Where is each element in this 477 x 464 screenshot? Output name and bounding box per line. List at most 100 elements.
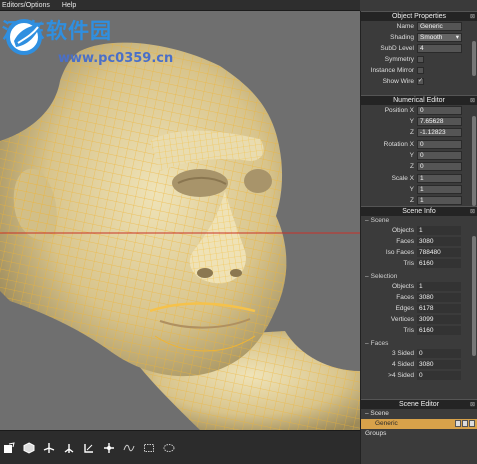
position-y-field[interactable]: 7.65628 <box>417 117 462 126</box>
scale-x-row: Scale X 1 <box>361 173 477 184</box>
tree-item-groups[interactable]: Groups <box>361 429 477 439</box>
info-row: Vertices 3099 <box>361 314 477 325</box>
close-icon[interactable]: ⊠ <box>470 400 475 410</box>
info-label: Tris <box>403 260 414 267</box>
info-row: Tris 6160 <box>361 258 477 269</box>
menu-editors-options[interactable]: Editors/Options <box>2 2 50 9</box>
position-z-row: Z -1.12823 <box>361 127 477 138</box>
info-label: Vertices <box>390 316 414 323</box>
selection-section[interactable]: – Selection <box>361 272 477 281</box>
scene-editor-header[interactable]: Scene Editor ⊠ <box>361 399 477 409</box>
collapse-icon: – <box>365 340 369 347</box>
scene-info-header[interactable]: Scene Info ⊠ <box>361 206 477 216</box>
numerical-editor-title: Numerical Editor <box>393 97 445 104</box>
info-label: Tris <box>403 327 414 334</box>
object-properties-header[interactable]: Object Properties ⊠ <box>361 11 477 21</box>
symmetry-checkbox[interactable] <box>417 56 424 63</box>
info-row: Iso Faces 788480 <box>361 247 477 258</box>
show-wire-label: Show Wire <box>382 78 414 85</box>
close-icon[interactable]: ⊠ <box>470 207 475 217</box>
tool-bar <box>0 430 360 464</box>
position-y-label: Y <box>409 118 414 125</box>
lasso-select-button[interactable] <box>162 441 176 455</box>
rotation-z-field[interactable]: 0 <box>417 162 462 171</box>
subd-level-label: SubD Level <box>380 45 414 52</box>
curve-tool-button[interactable] <box>122 441 136 455</box>
instance-mirror-label: Instance Mirror <box>370 67 414 74</box>
rotation-x-label: Rotation X <box>383 141 414 148</box>
property-row-show-wire: Show Wire ✓ <box>361 76 477 87</box>
scene-label: Scene <box>370 410 389 417</box>
property-row-symmetry: Symmetry <box>361 54 477 65</box>
scale-z-label: Z <box>410 197 414 204</box>
wire-icon[interactable] <box>469 420 475 427</box>
position-x-field[interactable]: 0 <box>417 106 462 115</box>
info-row: 3 Sided 0 <box>361 348 477 359</box>
curve-tool-icon <box>123 444 135 451</box>
lasso-select-icon <box>163 443 175 452</box>
hexagon-icon <box>23 441 35 454</box>
info-row: >4 Sided 0 <box>361 370 477 381</box>
rotation-z-row: Z 0 <box>361 161 477 172</box>
selection-section-label: Selection <box>370 273 398 280</box>
info-value: 6178 <box>417 304 461 313</box>
scene-section-label: Scene <box>370 217 390 224</box>
scene-section[interactable]: – Scene <box>361 216 477 225</box>
info-row: Faces 3080 <box>361 292 477 303</box>
info-value: 6160 <box>417 326 461 335</box>
subd-level-field[interactable]: 4 <box>417 44 462 53</box>
visibility-icon[interactable] <box>455 420 461 427</box>
info-value: 0 <box>417 371 461 380</box>
info-value: 3099 <box>417 315 461 324</box>
info-row: Edges 6178 <box>361 303 477 314</box>
info-row: Faces 3080 <box>361 236 477 247</box>
watermark: 河东软件园 <box>2 15 112 55</box>
rotation-x-field[interactable]: 0 <box>417 140 462 149</box>
menu-help[interactable]: Help <box>62 2 76 9</box>
info-value: 3080 <box>417 360 461 369</box>
tree-item-scene[interactable]: – Scene <box>361 409 477 419</box>
sculpt-tool-button[interactable] <box>2 441 16 455</box>
object-visibility-toggles <box>455 420 475 427</box>
numerical-editor-header[interactable]: Numerical Editor ⊠ <box>361 95 477 105</box>
info-value: 6160 <box>417 259 461 268</box>
property-row-subd: SubD Level 4 <box>361 43 477 54</box>
info-row: Objects 1 <box>361 281 477 292</box>
scrollbar[interactable] <box>472 116 476 206</box>
name-field[interactable]: Generic <box>417 22 462 31</box>
property-row-name: Name Generic <box>361 21 477 32</box>
instance-mirror-checkbox[interactable] <box>417 67 424 74</box>
shading-label: Shading <box>390 34 414 41</box>
transform-tool-icon <box>104 442 114 453</box>
scale-y-label: Y <box>409 186 414 193</box>
rotation-y-field[interactable]: 0 <box>417 151 462 160</box>
rotate-tool-button[interactable] <box>62 441 76 455</box>
scrollbar[interactable] <box>472 41 476 76</box>
info-value: 3080 <box>417 293 461 302</box>
info-label: 3 Sided <box>391 350 414 357</box>
position-z-field[interactable]: -1.12823 <box>417 128 462 137</box>
object-tool-button[interactable] <box>22 441 36 455</box>
tree-item-selected-object[interactable]: Generic <box>361 419 477 429</box>
position-x-label: Position X <box>384 107 414 114</box>
name-label: Name <box>396 23 414 30</box>
property-row-instance-mirror: Instance Mirror <box>361 65 477 76</box>
scale-tool-button[interactable] <box>82 441 96 455</box>
shading-select[interactable]: Smooth ▾ <box>417 33 462 42</box>
lock-icon[interactable] <box>462 420 468 427</box>
scale-z-row: Z 1 <box>361 195 477 206</box>
move-tool-button[interactable] <box>42 441 56 455</box>
faces-section[interactable]: – Faces <box>361 339 477 348</box>
transform-tool-button[interactable] <box>102 441 116 455</box>
move-tool-icon <box>43 442 55 453</box>
scale-x-field[interactable]: 1 <box>417 174 462 183</box>
groups-label: Groups <box>365 430 387 437</box>
rect-select-button[interactable] <box>142 441 156 455</box>
scrollbar[interactable] <box>472 236 476 356</box>
scale-z-field[interactable]: 1 <box>417 196 462 205</box>
viewport-3d[interactable]: 河东软件园 www.pc0359.cn <box>0 11 360 430</box>
position-x-row: Position X 0 <box>361 105 477 116</box>
info-label: >4 Sided <box>388 372 414 379</box>
show-wire-checkbox[interactable]: ✓ <box>417 78 424 85</box>
scale-y-field[interactable]: 1 <box>417 185 462 194</box>
